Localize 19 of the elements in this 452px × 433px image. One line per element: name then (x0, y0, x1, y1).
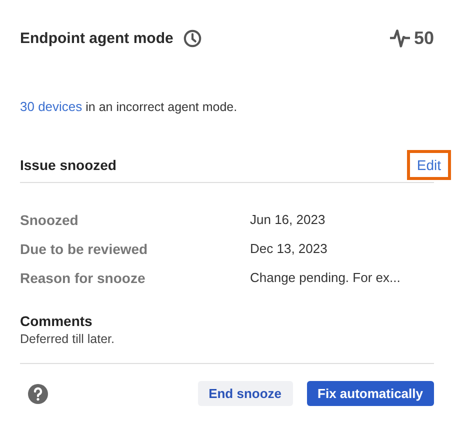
fix-button[interactable]: Fix automatically (306, 381, 434, 406)
clock-icon (183, 28, 202, 48)
edit-link[interactable]: Edit (406, 150, 451, 180)
detail-label: Reason for snooze (20, 270, 146, 286)
detail-value: Jun 16, 2023 (250, 212, 326, 228)
pulse-icon (388, 28, 411, 48)
devices-link[interactable]: 30 devices (20, 99, 82, 114)
card-title: Endpoint agent mode (20, 30, 174, 46)
section-title: Issue snoozed (20, 157, 116, 173)
summary-text: 30 devices in an incorrect agent mode. (20, 99, 238, 114)
detail-label: Snoozed (20, 212, 80, 228)
comments-title: Comments (20, 313, 94, 329)
detail-value: Change pending. For ex... (250, 270, 402, 286)
end-snooze-button[interactable]: End snooze (198, 381, 293, 406)
help-icon[interactable] (28, 384, 48, 404)
detail-label: Due to be reviewed (20, 241, 149, 257)
detail-value: Dec 13, 2023 (250, 241, 328, 257)
score-value: 50 (414, 28, 434, 48)
comments-text: Deferred till later. (20, 332, 434, 364)
